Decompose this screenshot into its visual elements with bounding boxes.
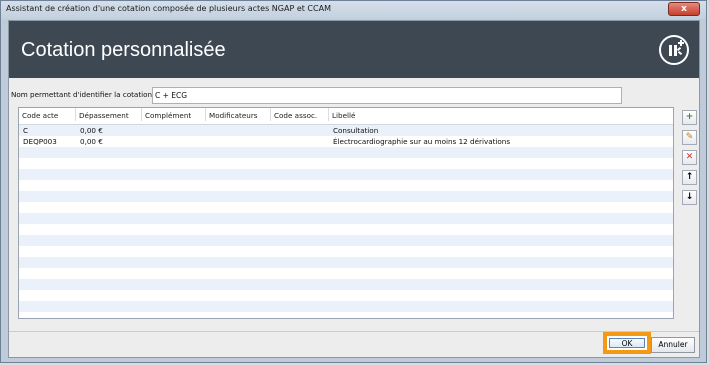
empty-row [19, 224, 673, 235]
edit-icon: ✎ [685, 132, 694, 142]
cell-depassement: 0,00 € [80, 126, 103, 135]
cotation-name-input[interactable]: C + ECG [152, 87, 622, 104]
empty-row [19, 235, 673, 246]
empty-row [19, 246, 673, 257]
actes-table[interactable]: Code acte Dépassement Complément Modific… [18, 107, 674, 319]
empty-row [19, 279, 673, 290]
table-row[interactable]: C 0,00 € Consultation [19, 125, 673, 136]
col-complement[interactable]: Complément [142, 108, 206, 121]
delete-icon: ✕ [685, 152, 694, 162]
window-title: Assistant de création d'une cotation com… [6, 4, 331, 13]
delete-button[interactable]: ✕ [682, 150, 697, 165]
cell-libelle: Électrocardiographie sur au moins 12 dér… [333, 137, 511, 146]
cancel-button[interactable]: Annuler [651, 337, 695, 353]
ok-button-highlight: OK [603, 332, 651, 354]
title-bar: Assistant de création d'une cotation com… [1, 1, 706, 19]
empty-row [19, 301, 673, 312]
ok-button[interactable]: OK [609, 338, 645, 348]
ik-logo-icon [659, 35, 689, 65]
footer-divider [9, 331, 699, 332]
empty-row [19, 180, 673, 191]
col-code-assoc[interactable]: Code assoc. [271, 108, 329, 121]
empty-row [19, 169, 673, 180]
cell-libelle: Consultation [333, 126, 379, 135]
col-depassement[interactable]: Dépassement [76, 108, 142, 121]
empty-row [19, 158, 673, 169]
empty-row [19, 202, 673, 213]
cell-code: DEQP003 [23, 137, 57, 146]
banner: Cotation personnalisée [9, 21, 699, 78]
move-down-button[interactable]: ↓ [682, 190, 697, 205]
arrow-up-icon: ↑ [685, 172, 694, 182]
empty-row [19, 213, 673, 224]
table-header: Code acte Dépassement Complément Modific… [19, 108, 673, 125]
cotation-name-label: Nom permettant d'identifier la cotation … [11, 90, 157, 99]
empty-row [19, 268, 673, 279]
close-icon: x [681, 4, 687, 14]
add-button[interactable]: + [682, 110, 697, 125]
col-modificateurs[interactable]: Modificateurs [206, 108, 271, 121]
empty-row [19, 147, 673, 158]
cell-depassement: 0,00 € [80, 137, 103, 146]
dialog-content: Cotation personnalisée Nom permettant d'… [8, 20, 700, 358]
cell-code: C [23, 126, 29, 135]
close-button[interactable]: x [668, 2, 700, 16]
table-row[interactable]: DEQP003 0,00 € Électrocardiographie sur au… [19, 136, 673, 147]
empty-row [19, 191, 673, 202]
add-icon: + [685, 112, 694, 122]
dialog-window: Assistant de création d'une cotation com… [0, 0, 707, 363]
col-libelle[interactable]: Libellé [329, 108, 673, 121]
page-title: Cotation personnalisée [21, 39, 226, 61]
move-up-button[interactable]: ↑ [682, 170, 697, 185]
col-code-acte[interactable]: Code acte [19, 108, 76, 121]
edit-button[interactable]: ✎ [682, 130, 697, 145]
empty-row [19, 290, 673, 301]
empty-row [19, 257, 673, 268]
arrow-down-icon: ↓ [685, 192, 694, 202]
